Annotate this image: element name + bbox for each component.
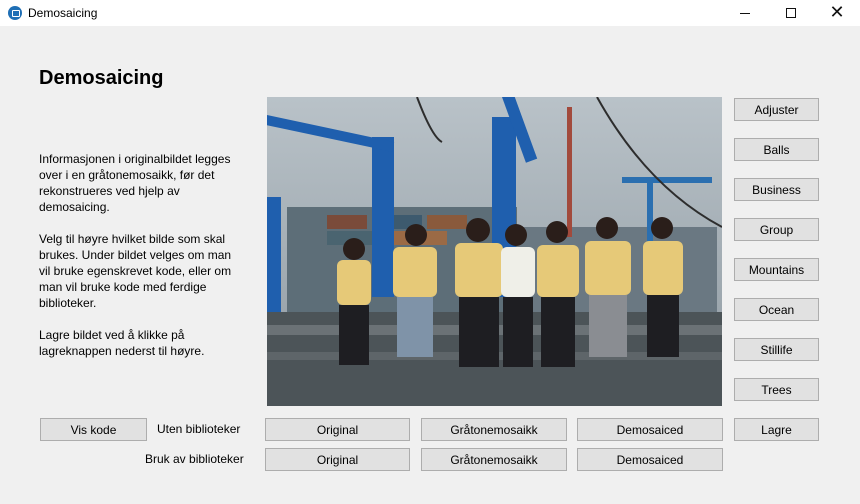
image-button-ocean[interactable]: Ocean [734,298,819,321]
image-button-trees[interactable]: Trees [734,378,819,401]
page-title: Demosaicing [39,67,164,89]
info-paragraph-1: Informasjonen i originalbildet legges ov… [39,152,231,214]
demosaiced-button-without-lib[interactable]: Demosaiced [577,418,723,441]
lagre-button[interactable]: Lagre [734,418,819,441]
image-button-group[interactable]: Group [734,218,819,241]
uten-biblioteker-label: Uten biblioteker [157,422,241,436]
image-button-business[interactable]: Business [734,178,819,201]
close-icon: ✕ [829,2,845,23]
vis-kode-button[interactable]: Vis kode [40,418,147,441]
maximize-icon [786,8,796,18]
gray-mosaic-button-without-lib[interactable]: Gråtonemosaikk [421,418,567,441]
image-display [267,97,722,406]
minimize-button[interactable] [722,0,768,26]
title-bar: Demosaicing ✕ [0,0,860,26]
info-paragraph-2: Velg til høyre hvilket bilde som skal br… [39,232,232,310]
demosaiced-button-with-lib[interactable]: Demosaiced [577,448,723,471]
image-button-balls[interactable]: Balls [734,138,819,161]
group-photo-image [267,97,722,406]
minimize-icon [740,12,750,14]
image-button-stillife[interactable]: Stillife [734,338,819,361]
original-button-with-lib[interactable]: Original [265,448,410,471]
image-button-mountains[interactable]: Mountains [734,258,819,281]
image-button-adjuster[interactable]: Adjuster [734,98,819,121]
app-icon [8,6,22,20]
original-button-without-lib[interactable]: Original [265,418,410,441]
maximize-button[interactable] [768,0,814,26]
window-title: Demosaicing [28,6,98,20]
close-button[interactable]: ✕ [814,0,860,26]
bruk-av-biblioteker-label: Bruk av biblioteker [145,452,244,466]
gray-mosaic-button-with-lib[interactable]: Gråtonemosaikk [421,448,567,471]
info-text: Informasjonen i originalbildet legges ov… [39,151,239,375]
info-paragraph-3: Lagre bildet ved å klikke på lagreknappe… [39,328,205,358]
